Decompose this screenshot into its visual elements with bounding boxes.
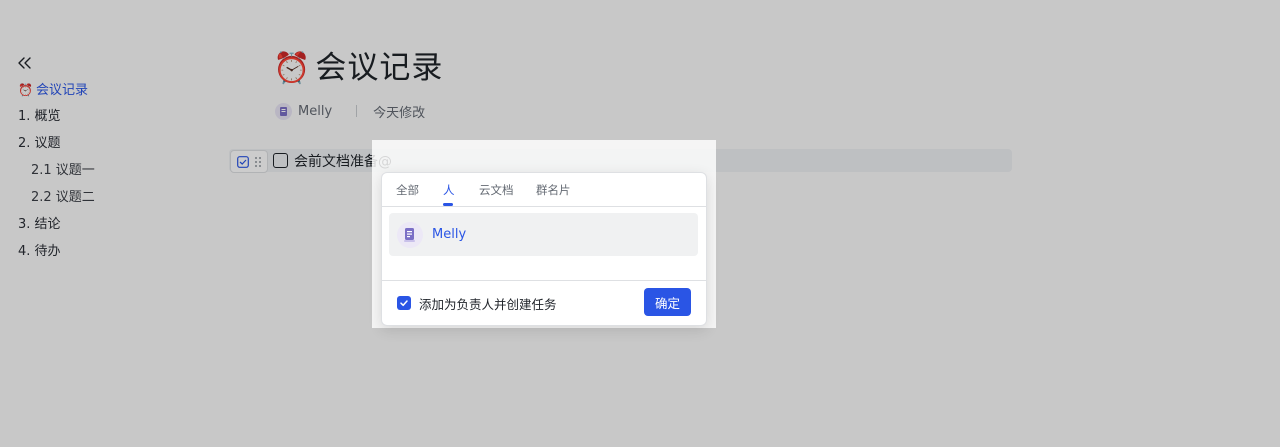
tab-cloud-docs[interactable]: 云文档 — [479, 182, 514, 198]
user-name: Melly — [432, 227, 467, 242]
confirm-button[interactable]: 确定 — [644, 288, 691, 316]
tab-group-cards[interactable]: 群名片 — [536, 182, 571, 198]
mention-result-item[interactable]: Melly — [389, 213, 698, 256]
popup-footer: 添加为负责人并创建任务 确定 — [382, 280, 706, 325]
assign-label[interactable]: 添加为负责人并创建任务 — [419, 294, 557, 313]
mention-tabs: 全部 人 云文档 群名片 — [382, 173, 706, 207]
active-tab-indicator — [443, 203, 453, 206]
assign-checkbox[interactable] — [397, 296, 411, 310]
tab-people[interactable]: 人 — [443, 182, 455, 198]
mention-popup: 全部 人 云文档 群名片 Melly 添加为负责人并创建任务 确定 — [381, 172, 707, 326]
checkmark-icon — [400, 300, 408, 307]
user-avatar — [397, 221, 423, 248]
tab-all[interactable]: 全部 — [396, 182, 419, 198]
